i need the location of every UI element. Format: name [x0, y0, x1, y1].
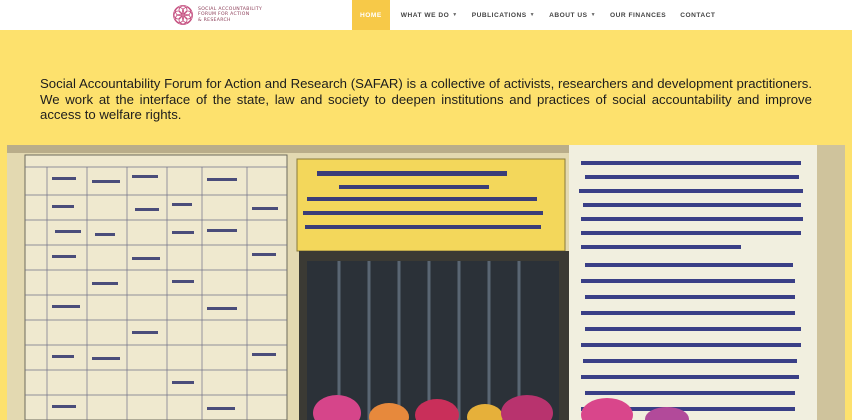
chevron-down-icon: ▼ [452, 12, 458, 18]
nav-publications[interactable]: PUBLICATIONS ▼ [465, 0, 542, 30]
nav-contact-label: CONTACT [680, 11, 716, 19]
wall-mural-icon [7, 145, 845, 420]
intro-paragraph: Social Accountability Forum for Action a… [40, 76, 812, 123]
hero-photo [7, 145, 845, 420]
logo-mandala-icon [173, 5, 193, 25]
chevron-down-icon: ▼ [529, 12, 536, 18]
nav-home[interactable]: HOME [352, 0, 390, 30]
nav-our-finances[interactable]: OUR FINANCES [603, 0, 673, 30]
nav-about-us[interactable]: ABOUT US ▼ [542, 0, 603, 30]
nav-what-we-do[interactable]: WHAT WE DO ▼ [394, 0, 465, 30]
nav-home-label: HOME [360, 11, 382, 19]
nav-our-finances-label: OUR FINANCES [610, 11, 667, 19]
site-logo[interactable]: SOCIAL ACCOUNTABILITY FORUM FOR ACTION &… [172, 4, 262, 26]
logo-text: SOCIAL ACCOUNTABILITY FORUM FOR ACTION &… [198, 7, 262, 23]
nav-contact[interactable]: CONTACT [673, 0, 722, 30]
top-navigation-bar: SOCIAL ACCOUNTABILITY FORUM FOR ACTION &… [0, 0, 852, 30]
nav-about-us-label: ABOUT US [549, 11, 588, 19]
nav-publications-label: PUBLICATIONS [471, 11, 527, 19]
chevron-down-icon: ▼ [590, 12, 597, 18]
nav-what-we-do-label: WHAT WE DO [400, 11, 450, 19]
logo-text-line: & RESEARCH [198, 17, 231, 23]
main-menu: HOME WHAT WE DO ▼ PUBLICATIONS ▼ ABOUT U… [352, 0, 722, 30]
